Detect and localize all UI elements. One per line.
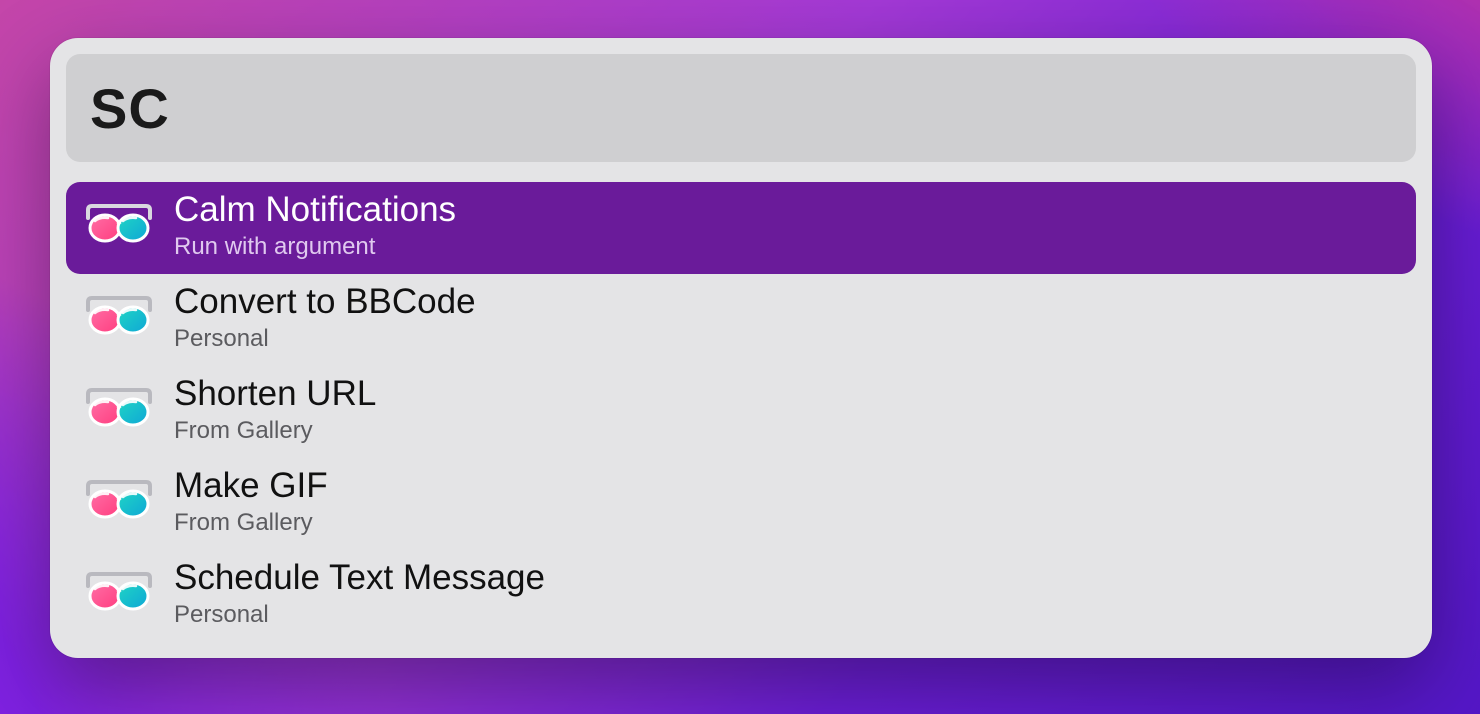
result-title: Make GIF: [174, 466, 328, 506]
result-title: Shorten URL: [174, 374, 376, 414]
launcher-panel: Calm Notifications Run with argument: [50, 38, 1432, 658]
result-text: Make GIF From Gallery: [174, 466, 328, 537]
result-item[interactable]: Calm Notifications Run with argument: [66, 182, 1416, 274]
result-text: Shorten URL From Gallery: [174, 374, 376, 445]
glasses-icon: [84, 198, 154, 254]
result-title: Calm Notifications: [174, 190, 456, 230]
result-item[interactable]: Schedule Text Message Personal: [66, 550, 1416, 642]
result-item[interactable]: Shorten URL From Gallery: [66, 366, 1416, 458]
glasses-icon: [84, 566, 154, 622]
results-list: Calm Notifications Run with argument: [66, 182, 1416, 642]
result-text: Calm Notifications Run with argument: [174, 190, 456, 261]
result-subtitle: From Gallery: [174, 509, 328, 538]
result-title: Schedule Text Message: [174, 558, 545, 598]
result-subtitle: Run with argument: [174, 233, 456, 262]
search-field-wrap[interactable]: [66, 54, 1416, 162]
result-item[interactable]: Convert to BBCode Personal: [66, 274, 1416, 366]
result-subtitle: Personal: [174, 601, 545, 630]
result-title: Convert to BBCode: [174, 282, 476, 322]
glasses-icon: [84, 382, 154, 438]
result-subtitle: From Gallery: [174, 417, 376, 446]
glasses-icon: [84, 290, 154, 346]
result-subtitle: Personal: [174, 325, 476, 354]
search-input[interactable]: [90, 76, 1392, 141]
result-text: Convert to BBCode Personal: [174, 282, 476, 353]
result-item[interactable]: Make GIF From Gallery: [66, 458, 1416, 550]
glasses-icon: [84, 474, 154, 530]
result-text: Schedule Text Message Personal: [174, 558, 545, 629]
